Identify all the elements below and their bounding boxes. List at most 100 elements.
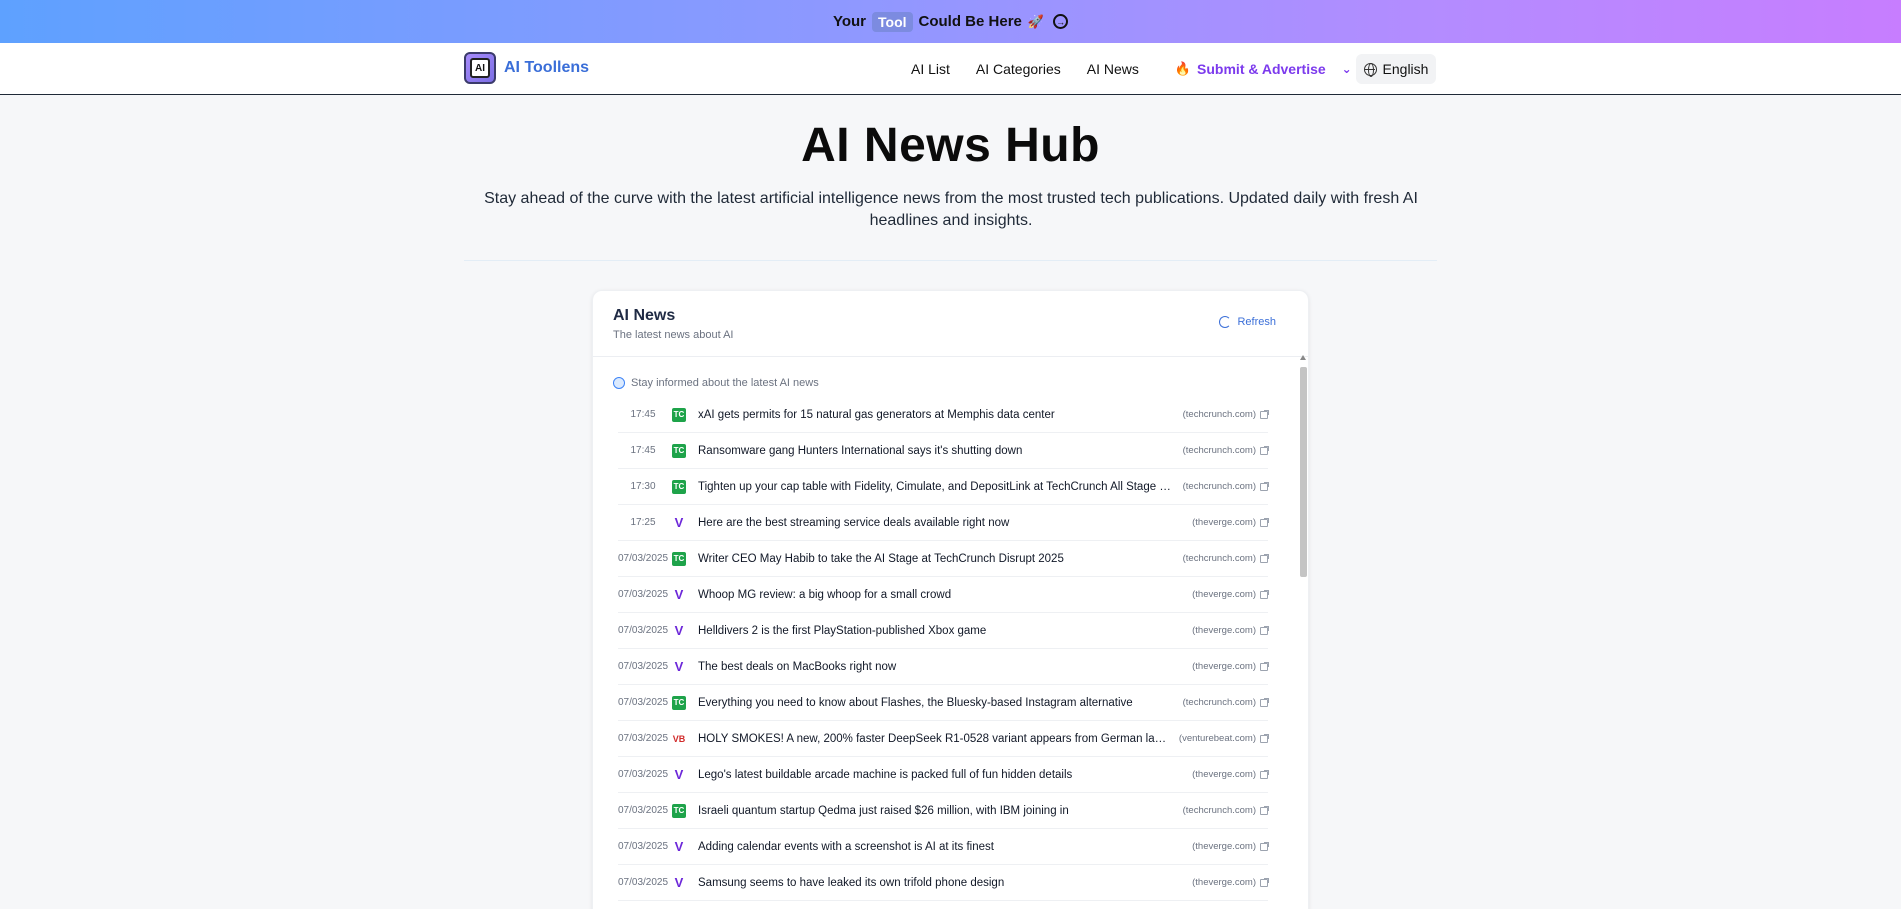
news-domain[interactable]: (techcrunch.com) bbox=[1183, 553, 1269, 564]
submit-advertise-menu[interactable]: 🔥 Submit & Advertise ⌄ bbox=[1175, 61, 1352, 77]
news-headline[interactable]: Everything you need to know about Flashe… bbox=[698, 697, 1183, 709]
external-link-icon bbox=[1260, 697, 1269, 707]
scroll-up-arrow-icon[interactable] bbox=[1300, 355, 1306, 360]
news-domain-text: (techcrunch.com) bbox=[1182, 481, 1256, 492]
external-link-icon bbox=[1260, 661, 1269, 671]
news-time: 17:45 bbox=[630, 445, 656, 456]
news-domain[interactable]: (theverge.com) bbox=[1192, 841, 1269, 852]
techcrunch-icon: TC bbox=[672, 407, 686, 422]
banner-text-before: Your bbox=[832, 13, 866, 30]
techcrunch-icon: TC bbox=[672, 551, 686, 566]
news-domain[interactable]: (techcrunch.com) bbox=[1182, 805, 1269, 816]
news-time: 17:45 bbox=[630, 409, 656, 420]
news-domain-text: (theverge.com) bbox=[1192, 661, 1256, 672]
news-domain[interactable]: (theverge.com) bbox=[1192, 661, 1269, 672]
nav-link-ai-list[interactable]: AI List bbox=[911, 61, 950, 77]
external-link-icon bbox=[1260, 805, 1269, 815]
news-row[interactable]: 07/03/2025 TC Israeli quantum startup Qedm… bbox=[618, 793, 1269, 829]
rocket-icon: 🚀 bbox=[1027, 13, 1045, 29]
news-domain[interactable]: (techcrunch.com) bbox=[1182, 409, 1269, 420]
refresh-icon bbox=[1219, 316, 1232, 328]
news-headline[interactable]: Lego's latest buildable arcade machine i… bbox=[698, 769, 1192, 781]
news-scrollbar[interactable] bbox=[1300, 355, 1307, 909]
news-time: 17:25 bbox=[630, 517, 656, 528]
news-row[interactable]: 07/03/2025 VB HOLY SMOKES! A new, 200% fas… bbox=[618, 721, 1269, 757]
news-row[interactable]: 07/03/2025 V Adding calendar events with a… bbox=[618, 829, 1269, 865]
news-domain[interactable]: (techcrunch.com) bbox=[1183, 697, 1269, 708]
news-headline[interactable]: xAI gets permits for 15 natural gas gene… bbox=[698, 409, 1183, 421]
news-time: 07/03/2025 bbox=[618, 805, 669, 816]
news-row[interactable]: 07/03/2025 V Whoop MG review: a big whoop … bbox=[618, 577, 1269, 613]
news-domain-text: (theverge.com) bbox=[1192, 589, 1256, 600]
news-headline[interactable]: Writer CEO May Habib to take the AI Stag… bbox=[698, 553, 1183, 565]
news-headline[interactable]: The best deals on MacBooks right now bbox=[698, 661, 1192, 673]
news-domain-text: (techcrunch.com) bbox=[1182, 445, 1256, 456]
language-selector[interactable]: English bbox=[1356, 54, 1436, 84]
news-domain[interactable]: (theverge.com) bbox=[1192, 625, 1269, 636]
language-label: English bbox=[1382, 61, 1429, 77]
nav-link-ai-categories[interactable]: AI Categories bbox=[976, 61, 1061, 77]
theverge-icon: V bbox=[674, 623, 684, 638]
news-row[interactable]: 07/03/2025 TC Writer CEO May Habib to take… bbox=[618, 541, 1269, 577]
news-domain[interactable]: (theverge.com) bbox=[1192, 589, 1269, 600]
news-time: 07/03/2025 bbox=[618, 841, 669, 852]
news-row[interactable]: 17:25 V Here are the best streaming servic… bbox=[618, 505, 1269, 541]
news-domain[interactable]: (theverge.com) bbox=[1192, 517, 1269, 528]
nav-link-ai-news[interactable]: AI News bbox=[1087, 61, 1139, 77]
news-domain[interactable]: (theverge.com) bbox=[1192, 769, 1269, 780]
info-line: Stay informed about the latest AI news bbox=[613, 377, 819, 389]
news-list: 17:45 TC xAI gets permits for 15 natural g… bbox=[618, 397, 1269, 901]
news-headline[interactable]: Tighten up your cap table with Fidelity,… bbox=[698, 481, 1183, 493]
news-headline[interactable]: Ransomware gang Hunters International sa… bbox=[698, 445, 1183, 457]
news-time: 07/03/2025 bbox=[618, 589, 669, 600]
news-domain-text: (venturebeat.com) bbox=[1178, 733, 1256, 744]
news-headline[interactable]: Samsung seems to have leaked its own tri… bbox=[698, 877, 1192, 889]
news-row[interactable]: 17:45 TC xAI gets permits for 15 natural g… bbox=[618, 397, 1269, 433]
news-headline[interactable]: Whoop MG review: a big whoop for a small… bbox=[698, 589, 1192, 601]
news-time: 07/03/2025 bbox=[618, 553, 669, 564]
news-row[interactable]: 07/03/2025 TC Everything you need to know … bbox=[618, 685, 1269, 721]
news-time: 07/03/2025 bbox=[618, 877, 669, 888]
news-headline[interactable]: Adding calendar events with a screenshot… bbox=[698, 841, 1192, 853]
news-card-subtitle: The latest news about AI bbox=[613, 329, 734, 341]
news-domain[interactable]: (venturebeat.com) bbox=[1178, 733, 1269, 744]
techcrunch-icon: TC bbox=[672, 443, 686, 458]
refresh-button[interactable]: Refresh bbox=[1219, 316, 1276, 328]
site-logo[interactable]: AI AI Toollens bbox=[464, 52, 589, 84]
logo-text: AI Toollens bbox=[504, 59, 590, 76]
external-link-icon bbox=[1260, 589, 1269, 599]
news-row[interactable]: 17:45 TC Ransomware gang Hunters Internati… bbox=[618, 433, 1269, 469]
external-link-icon bbox=[1260, 877, 1269, 887]
external-link-icon bbox=[1260, 553, 1269, 563]
news-domain-text: (techcrunch.com) bbox=[1182, 409, 1256, 420]
scroll-thumb[interactable] bbox=[1300, 367, 1307, 577]
news-domain[interactable]: (theverge.com) bbox=[1192, 877, 1269, 888]
news-domain[interactable]: (techcrunch.com) bbox=[1182, 445, 1269, 456]
news-headline[interactable]: Israeli quantum startup Qedma just raise… bbox=[698, 805, 1183, 817]
arrow-right-circle-icon[interactable]: → bbox=[1053, 14, 1069, 29]
logo-icon: AI bbox=[464, 52, 496, 84]
techcrunch-icon: TC bbox=[672, 479, 686, 494]
external-link-icon bbox=[1260, 841, 1269, 851]
news-row[interactable]: 07/03/2025 V Samsung seems to have leaked … bbox=[618, 865, 1269, 901]
news-domain[interactable]: (techcrunch.com) bbox=[1182, 481, 1269, 492]
news-domain-text: (theverge.com) bbox=[1192, 769, 1256, 780]
news-headline[interactable]: Here are the best streaming service deal… bbox=[698, 517, 1192, 529]
news-domain-text: (theverge.com) bbox=[1192, 517, 1256, 528]
banner-text-after: Could Be Here bbox=[918, 13, 1022, 30]
theverge-icon: V bbox=[674, 875, 684, 890]
news-row[interactable]: 17:30 TC Tighten up your cap table with Fi… bbox=[618, 469, 1269, 505]
promo-banner[interactable]: Your Tool Could Be Here 🚀 → bbox=[0, 0, 1901, 43]
news-row[interactable]: 07/03/2025 V The best deals on MacBooks ri… bbox=[618, 649, 1269, 685]
news-row[interactable]: 07/03/2025 V Lego's latest buildable arcad… bbox=[618, 757, 1269, 793]
news-headline[interactable]: HOLY SMOKES! A new, 200% faster DeepSeek… bbox=[698, 733, 1179, 745]
external-link-icon bbox=[1260, 517, 1269, 527]
news-row[interactable]: 07/03/2025 V Helldivers 2 is the first Pla… bbox=[618, 613, 1269, 649]
refresh-label: Refresh bbox=[1237, 316, 1276, 328]
news-headline[interactable]: Helldivers 2 is the first PlayStation-pu… bbox=[698, 625, 1192, 637]
external-link-icon bbox=[1260, 481, 1269, 491]
external-link-icon bbox=[1260, 409, 1269, 419]
news-domain-text: (techcrunch.com) bbox=[1182, 805, 1256, 816]
news-time: 07/03/2025 bbox=[618, 733, 669, 744]
logo-chip: AI bbox=[470, 58, 490, 78]
